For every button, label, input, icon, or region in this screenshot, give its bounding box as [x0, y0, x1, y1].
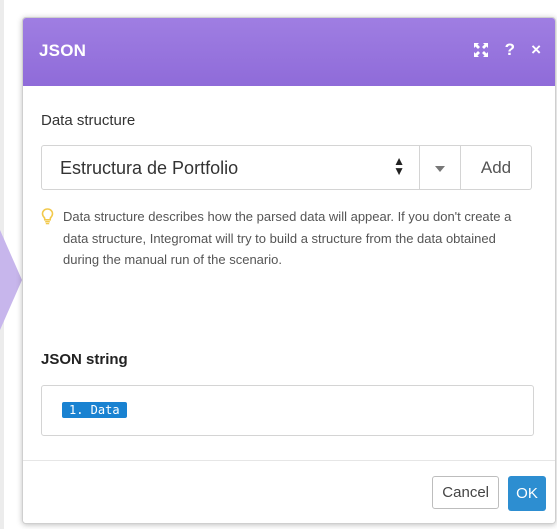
cancel-button[interactable]: Cancel [432, 476, 499, 509]
ok-button[interactable]: OK [508, 476, 546, 511]
lightbulb-icon [41, 206, 63, 271]
data-structure-select[interactable]: Estructura de Portfolio ▲ ▼ [41, 145, 420, 190]
header-icons: ? × [473, 38, 541, 62]
expand-icon[interactable] [473, 42, 489, 58]
json-string-label: JSON string [41, 351, 128, 368]
data-structure-help: Data structure describes how the parsed … [41, 206, 533, 271]
mapped-value-pill[interactable]: 1. Data [62, 402, 127, 418]
close-icon[interactable]: × [531, 38, 541, 62]
data-structure-selected-value: Estructura de Portfolio [60, 158, 239, 178]
dialog-title: JSON [39, 41, 87, 60]
help-text: Data structure describes how the parsed … [63, 209, 512, 267]
data-structure-label: Data structure [41, 112, 136, 129]
data-structure-dropdown-button[interactable] [420, 145, 461, 190]
json-module-dialog: JSON ? × Data structure Estructura de Po… [22, 17, 556, 524]
caret-down-icon [435, 166, 445, 172]
module-connector-shape [0, 230, 22, 330]
add-data-structure-button[interactable]: Add [461, 145, 532, 190]
json-string-input[interactable]: 1. Data [41, 385, 534, 436]
help-icon[interactable]: ? [505, 38, 515, 62]
dialog-header: JSON ? × [23, 18, 555, 86]
dialog-footer: Cancel OK [23, 460, 555, 523]
data-structure-row: Estructura de Portfolio ▲ ▼ Add [41, 145, 532, 190]
select-arrows-icon: ▲ ▼ [393, 154, 405, 178]
